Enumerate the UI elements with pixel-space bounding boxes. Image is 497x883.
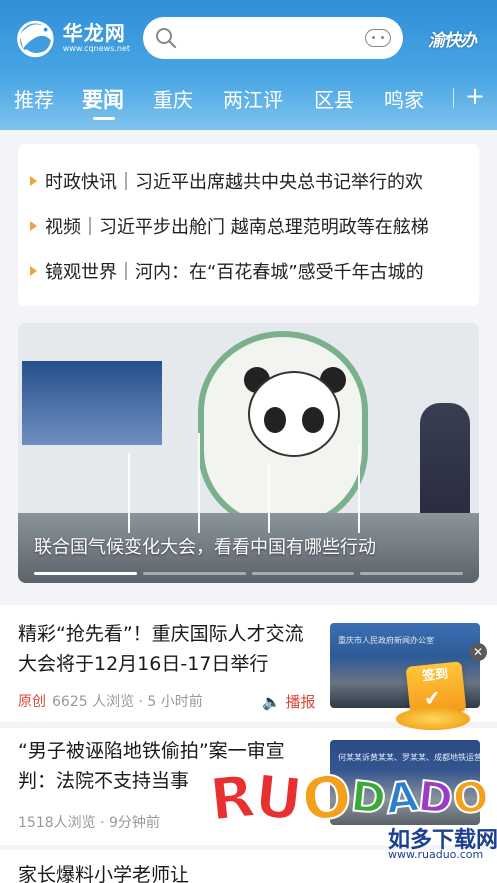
wind-turbine-model <box>198 433 200 533</box>
voice-assistant-icon[interactable] <box>365 29 391 47</box>
carousel-dot[interactable] <box>34 572 137 575</box>
flash-news-text: 时政快讯｜习近平出席越共中央总书记举行的欢 <box>45 171 423 193</box>
watermark-url: www.ruaduo.com <box>388 848 484 861</box>
watermark-logo: RUODADO <box>206 761 493 836</box>
watermark-letter: U <box>250 761 306 836</box>
huanglong-logo[interactable]: 华龙网 www.cqnews.net <box>12 14 130 62</box>
watermark-letter: O <box>297 761 355 836</box>
news-views-time: 6625 人浏览 · 5 小时前 <box>52 694 203 710</box>
bullet-arrow-icon <box>30 175 37 186</box>
coins-icon <box>396 708 470 730</box>
search-icon <box>156 28 177 49</box>
bullet-arrow-icon <box>30 265 37 276</box>
carousel-dot[interactable] <box>142 572 246 575</box>
sign-in-float-badge[interactable]: 签到 ✔ <box>394 656 472 730</box>
watermark-letter: R <box>206 761 260 835</box>
news-title: 精彩“抢先看”！重庆国际人才交流大会将于12月16日-17日举行 <box>18 623 304 675</box>
add-channel-button[interactable]: + <box>465 82 485 110</box>
search-bar[interactable] <box>143 17 403 59</box>
news-views-time: 1518人浏览 · 9分钟前 <box>18 815 160 831</box>
flash-news-item[interactable]: 视频｜习近平步出舱门 越南总理范明政等在舷梯 <box>30 203 467 248</box>
flash-news-item[interactable]: 镜观世界｜河内：在“百花春城”感受千年古城的 <box>30 248 467 293</box>
news-meta: 原创 6625 人浏览 · 5 小时前 <box>18 691 203 711</box>
tab-chongqing[interactable]: 重庆 <box>153 84 193 113</box>
speaker-icon: 🔈 <box>262 693 281 711</box>
audio-broadcast-button[interactable]: 🔈 播报 <box>262 691 315 712</box>
tab-mingjia[interactable]: 鸣家 <box>384 84 424 113</box>
tab-districts[interactable]: 区县 <box>314 84 354 113</box>
tab-headlines[interactable]: 要闻 <box>82 84 124 114</box>
flash-news-card: 时政快讯｜习近平出席越共中央总书记举行的欢 视频｜习近平步出舱门 越南总理范明政… <box>18 144 479 306</box>
thumbnail-caption: 何某某诉黄某某、罗某某、成都地铁运营有限公司 <box>338 753 480 762</box>
original-tag: 原创 <box>18 694 46 710</box>
panda-eye <box>264 407 286 433</box>
dragon-logo-icon <box>17 20 54 58</box>
carousel-dot[interactable] <box>360 572 463 575</box>
bullet-arrow-icon <box>30 220 37 231</box>
wind-turbine-model <box>128 453 130 533</box>
logo-name: 华龙网 <box>62 21 126 45</box>
broadcast-label: 播报 <box>285 693 316 711</box>
panda-figure <box>248 371 340 457</box>
checkmark-icon: ✔ <box>422 685 442 711</box>
flash-news-text: 视频｜习近平步出舱门 越南总理范明政等在舷梯 <box>45 216 429 238</box>
wind-turbine-model <box>358 443 360 533</box>
active-tab-indicator <box>93 117 115 120</box>
channel-tabs: 推荐 要闻 重庆 两江评 区县 鸣家 <box>0 80 497 120</box>
banner-photo-panel <box>22 361 162 445</box>
thumbnail-caption: 重庆市人民政府新闻办公室 <box>338 636 434 645</box>
wind-turbine-model <box>268 463 270 533</box>
tab-divider <box>453 88 454 108</box>
site-watermark: RUODADO 如多下载网 www.ruaduo.com <box>206 761 497 880</box>
logo-domain: www.cqnews.net <box>62 44 130 53</box>
carousel-dot[interactable] <box>251 572 355 575</box>
yukuaiban-entry[interactable]: 渝快办 <box>418 24 486 52</box>
panda-eye <box>302 407 324 433</box>
watermark-letter: O <box>450 770 493 824</box>
banner-caption: 联合国气候变化大会，看看中国有哪些行动 <box>34 537 376 558</box>
tab-liangjiangping[interactable]: 两江评 <box>223 84 283 113</box>
tab-recommend[interactable]: 推荐 <box>14 84 54 113</box>
banner-carousel[interactable]: 联合国气候变化大会，看看中国有哪些行动 <box>18 323 479 583</box>
search-input[interactable] <box>185 30 365 46</box>
flash-news-text: 镜观世界｜河内：在“百花春城”感受千年古城的 <box>45 261 424 283</box>
logo-text: 华龙网 www.cqnews.net <box>63 22 130 54</box>
carousel-indicator <box>34 572 463 575</box>
flash-news-item[interactable]: 时政快讯｜习近平出席越共中央总书记举行的欢 <box>30 158 467 203</box>
